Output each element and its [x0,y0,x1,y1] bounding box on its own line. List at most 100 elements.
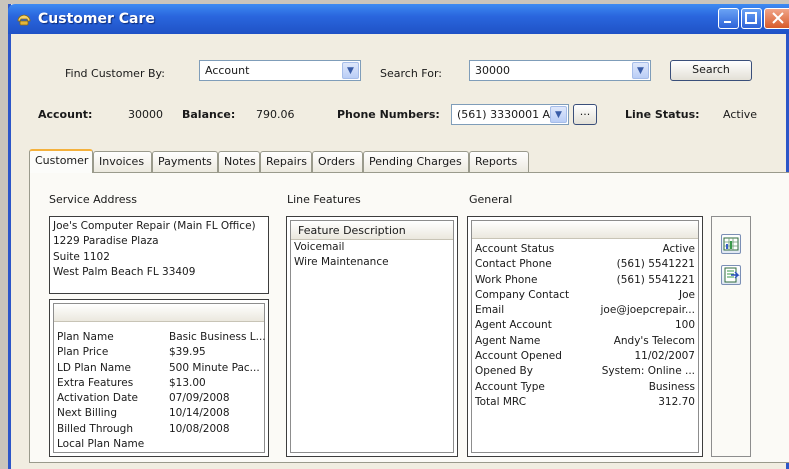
line-features-list[interactable]: Feature Description Voicemail Wire Maint… [290,220,454,453]
customer-tab-panel: Service Address Joe's Computer Repair (M… [29,172,789,463]
title-bar[interactable]: Customer Care [8,4,789,34]
general-value: 11/02/2007 [634,350,695,363]
account-value: 30000 [128,108,163,121]
general-title: General [469,193,513,206]
customer-care-window: Customer Care Find Customer By: Account … [8,4,789,469]
general-value: 100 [674,319,695,332]
search-for-value: 30000 [475,64,510,77]
general-label: Company Contact [475,288,570,301]
plan-label: Billed Through [57,422,133,435]
plan-value: $13.00 [169,376,206,389]
tab-pending-charges[interactable]: Pending Charges [363,151,469,172]
general-label: Opened By [475,365,533,378]
line-feature-item[interactable]: Wire Maintenance [294,255,389,270]
plan-value: 10/08/2008 [169,422,230,435]
service-address-title: Service Address [49,193,137,206]
maximize-icon [745,12,757,24]
phone-numbers-label: Phone Numbers: [337,108,440,121]
tab-invoices[interactable]: Invoices [93,151,152,172]
tab-reports[interactable]: Reports [469,151,529,172]
plan-details-box: Plan Name Plan Price LD Plan Name Extra … [49,299,269,457]
line-features-box: Feature Description Voicemail Wire Maint… [286,216,458,457]
grid-chart-button[interactable] [721,234,741,254]
phone-app-icon [17,14,31,26]
balance-label: Balance: [182,108,236,121]
plan-value: 500 Minute Pac... [169,361,260,374]
general-label: Agent Account [475,319,552,332]
general-value: 312.70 [658,395,695,408]
close-button[interactable] [764,8,789,29]
plan-value: 10/14/2008 [169,407,230,420]
general-value: Joe [679,288,695,301]
general-label: Total MRC [475,395,527,408]
plan-label: Next Billing [57,407,117,420]
find-by-value: Account [205,64,250,77]
general-value: Active [662,243,695,255]
maximize-button[interactable] [741,8,762,29]
chevron-down-icon[interactable]: ▼ [550,106,567,123]
general-value: (561) 5541221 [616,273,695,286]
plan-label: Activation Date [57,392,139,405]
account-label: Account: [38,108,93,121]
tab-payments[interactable]: Payments [152,151,218,172]
search-for-combo[interactable]: 30000 ▼ [469,60,651,81]
plan-grid-header [54,304,264,322]
address-line: West Palm Beach FL 33409 [53,265,196,278]
line-features-title: Line Features [287,193,361,206]
address-line: Suite 1102 [53,250,110,263]
feature-description-header[interactable]: Feature Description [291,221,453,240]
general-grid-header [472,221,698,239]
export-button[interactable] [721,265,741,285]
find-by-select[interactable]: Account ▼ [199,60,361,81]
general-value: Andy's Telecom [613,334,695,347]
address-line: Joe's Computer Repair (Main FL Office) [53,220,256,232]
search-for-label: Search For: [380,67,442,80]
tab-repairs[interactable]: Repairs [260,151,312,172]
general-label: Contact Phone [475,258,552,271]
phone-numbers-value: (561) 3330001 A [457,108,551,121]
tab-notes[interactable]: Notes [218,151,260,172]
search-button[interactable]: Search [670,60,752,81]
close-icon [772,12,784,24]
balance-value: 790.06 [256,108,295,121]
plan-value: 07/09/2008 [169,392,230,405]
plan-grid: Plan Name Plan Price LD Plan Name Extra … [53,303,266,453]
chevron-down-icon[interactable]: ▼ [342,62,359,79]
side-toolbar [711,216,751,457]
general-value: (561) 5541221 [616,258,695,271]
general-label: Agent Name [475,334,541,347]
grid-chart-icon [723,237,739,251]
general-box: Account Status Contact Phone Work Phone … [467,216,703,457]
plan-label: Plan Price [57,346,109,359]
general-value: joe@joepcrepair... [600,304,695,317]
general-label: Account Opened [475,350,562,363]
general-label: Account Status [475,243,555,255]
minimize-button[interactable] [718,8,739,29]
general-label: Email [475,304,505,317]
address-line: 1229 Paradise Plaza [53,235,159,248]
line-status-value: Active [723,108,758,121]
plan-label: Extra Features [57,376,134,389]
general-value: Business [648,380,695,393]
general-value: System: Online ... [601,365,695,378]
general-grid: Account Status Contact Phone Work Phone … [471,220,699,453]
plan-label: Plan Name [57,331,114,343]
minimize-icon [724,21,731,23]
find-by-label: Find Customer By: [65,67,165,80]
plan-label: LD Plan Name [57,361,131,374]
general-label: Work Phone [475,273,538,286]
export-icon [724,267,740,283]
general-label: Account Type [475,380,545,393]
window-title: Customer Care [38,11,155,27]
phone-more-button[interactable]: ... [573,104,597,125]
service-address-box: Joe's Computer Repair (Main FL Office) 1… [49,216,269,294]
line-feature-item[interactable]: Voicemail [294,240,389,255]
chevron-down-icon[interactable]: ▼ [632,62,649,79]
line-status-label: Line Status: [625,108,700,121]
plan-label: Local Plan Name [57,438,145,451]
plan-value: $39.95 [169,346,206,359]
plan-value: Basic Business L... [169,331,266,343]
phone-numbers-select[interactable]: (561) 3330001 A ▼ [451,104,569,125]
tab-orders[interactable]: Orders [312,151,363,172]
tab-customer[interactable]: Customer [29,149,93,173]
